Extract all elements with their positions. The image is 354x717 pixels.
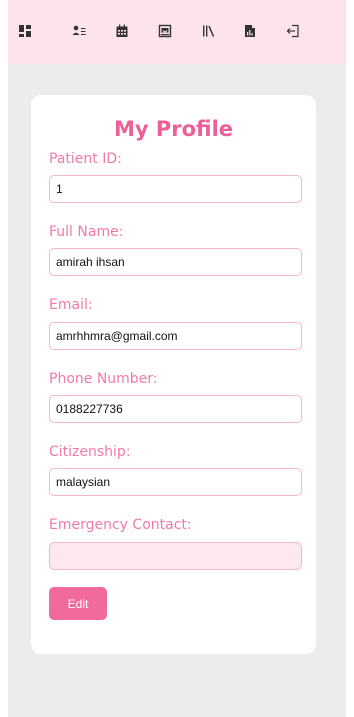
user-list-icon[interactable] xyxy=(72,24,86,38)
top-navigation-bar xyxy=(8,0,346,64)
library-icon[interactable] xyxy=(201,24,215,38)
phone-number-field[interactable] xyxy=(49,395,302,423)
full-name-field[interactable] xyxy=(49,248,302,276)
report-file-icon[interactable] xyxy=(243,24,257,38)
full-name-label: Full Name: xyxy=(49,224,124,240)
phone-number-label: Phone Number: xyxy=(49,371,158,387)
app-frame: My Profile Patient ID: Full Name: Email:… xyxy=(8,0,346,717)
calendar-icon[interactable] xyxy=(115,24,129,38)
inbox-icon[interactable] xyxy=(158,24,172,38)
patient-id-field[interactable] xyxy=(49,175,302,203)
logout-icon[interactable] xyxy=(286,24,300,38)
citizenship-field[interactable] xyxy=(49,468,302,496)
page: My Profile Patient ID: Full Name: Email:… xyxy=(0,0,354,717)
page-title: My Profile xyxy=(113,117,234,141)
emergency-contact-field[interactable] xyxy=(49,542,302,570)
emergency-contact-label: Emergency Contact: xyxy=(49,517,192,533)
profile-card: My Profile Patient ID: Full Name: Email:… xyxy=(31,95,316,654)
patient-id-label: Patient ID: xyxy=(49,151,122,167)
edit-button[interactable]: Edit xyxy=(49,587,107,620)
dashboard-icon[interactable] xyxy=(18,24,32,38)
citizenship-label: Citizenship: xyxy=(49,444,131,460)
email-field[interactable] xyxy=(49,322,302,350)
email-label: Email: xyxy=(49,297,93,313)
